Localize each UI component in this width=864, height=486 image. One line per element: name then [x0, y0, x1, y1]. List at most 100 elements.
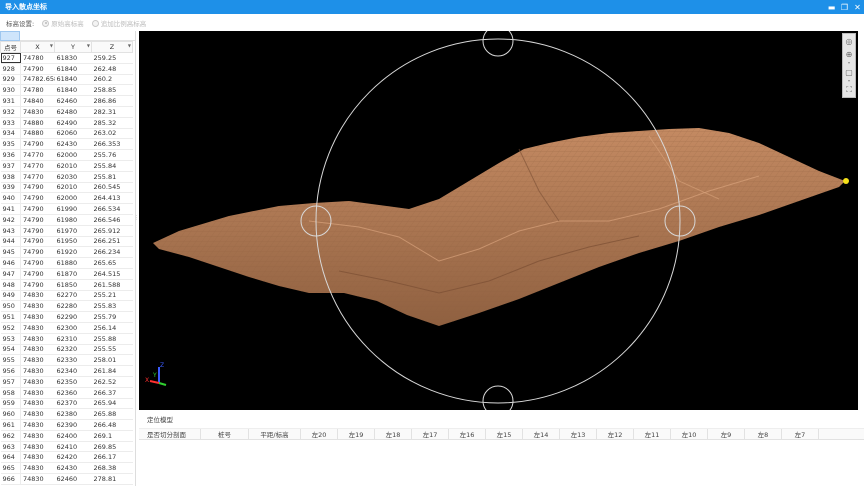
cell-y[interactable]: 62330 [54, 354, 92, 367]
cell-point-id[interactable]: 946 [0, 257, 21, 269]
cell-z[interactable]: 255.79 [91, 311, 133, 323]
table-row[interactable]: 946 74790 61880 265.65 [0, 257, 133, 269]
cell-point-id[interactable]: 959 [0, 398, 21, 410]
cell-z[interactable]: 260.545 [91, 182, 133, 194]
cell-x[interactable]: 74880 [20, 117, 55, 129]
cell-point-id[interactable]: 963 [0, 441, 21, 453]
cell-z[interactable]: 285.32 [91, 117, 133, 129]
cell-point-id[interactable]: 944 [0, 236, 21, 248]
column-header[interactable]: 左11 [634, 429, 671, 439]
cell-point-id[interactable]: 936 [0, 149, 21, 161]
endpoint-marker[interactable] [843, 178, 849, 184]
radio-original-elevation[interactable]: 原始高标高 [42, 18, 84, 28]
table-row[interactable]: 948 74790 61850 261.588 [0, 279, 133, 291]
cell-z[interactable]: 261.84 [91, 365, 133, 377]
cell-z[interactable]: 266.234 [91, 246, 133, 259]
cell-y[interactable]: 62430 [54, 138, 92, 151]
cell-y[interactable]: 61850 [54, 279, 92, 291]
cell-x[interactable]: 74780 [20, 52, 55, 64]
column-header[interactable]: 左19 [338, 429, 375, 439]
column-header[interactable]: 左10 [671, 429, 708, 439]
cell-y[interactable]: 62010 [54, 182, 92, 194]
cell-z[interactable]: 262.48 [91, 63, 133, 75]
cell-point-id[interactable]: 956 [0, 365, 21, 377]
cell-point-id[interactable]: 943 [0, 225, 21, 237]
cell-x[interactable]: 74830 [20, 311, 55, 323]
cell-x[interactable]: 74830 [20, 322, 55, 334]
cell-point-id[interactable]: 929 [0, 74, 21, 86]
cell-z[interactable]: 265.912 [91, 225, 133, 237]
table-row[interactable]: 952 74830 62300 256.14 [0, 322, 133, 334]
cell-y[interactable]: 62430 [54, 462, 92, 475]
cell-z[interactable]: 265.65 [91, 257, 133, 269]
cell-point-id[interactable]: 965 [0, 462, 21, 475]
cell-x[interactable]: 74790 [20, 279, 55, 291]
cell-y[interactable]: 61870 [54, 268, 92, 280]
cell-z[interactable]: 278.81 [91, 473, 133, 485]
cell-z[interactable]: 266.534 [91, 203, 133, 215]
cell-x[interactable]: 74830 [20, 441, 55, 453]
cell-x[interactable]: 74790 [20, 225, 55, 237]
cell-point-id[interactable]: 960 [0, 408, 21, 421]
table-row[interactable]: 936 74770 62000 255.76 [0, 149, 133, 161]
cell-point-id[interactable]: 941 [0, 203, 21, 215]
cell-z[interactable]: 266.48 [91, 419, 133, 431]
table-row[interactable]: 937 74770 62010 255.84 [0, 160, 133, 172]
cell-z[interactable]: 266.37 [91, 387, 133, 399]
table-row[interactable]: 959 74830 62370 265.94 [0, 398, 133, 410]
cell-x[interactable]: 74770 [20, 160, 55, 172]
column-header[interactable]: 左13 [560, 429, 597, 439]
cell-x[interactable]: 74770 [20, 171, 55, 183]
column-header[interactable]: 左18 [375, 429, 412, 439]
cell-y[interactable]: 62400 [54, 430, 92, 442]
cell-y[interactable]: 62270 [54, 290, 92, 302]
cell-z[interactable]: 258.01 [91, 354, 133, 367]
cell-point-id[interactable]: 933 [0, 117, 21, 129]
minimize-button[interactable]: ▬ [825, 0, 838, 14]
cell-point-id[interactable]: 938 [0, 171, 21, 183]
cell-point-id[interactable]: 942 [0, 214, 21, 226]
cell-y[interactable]: 62370 [54, 398, 92, 410]
cell-x[interactable]: 74790 [20, 214, 55, 226]
column-header[interactable]: 左14 [523, 429, 560, 439]
cell-x[interactable]: 74830 [20, 333, 55, 345]
cell-z[interactable]: 282.31 [91, 106, 133, 118]
restore-button[interactable]: ❐ [838, 0, 851, 14]
table-row[interactable]: 956 74830 62340 261.84 [0, 365, 133, 377]
cell-z[interactable]: 269.1 [91, 430, 133, 442]
column-header[interactable]: 左7 [782, 429, 819, 439]
table-row[interactable]: 931 74840 62460 286.86 [0, 95, 133, 107]
cell-x[interactable]: 74840 [20, 95, 55, 107]
cell-point-id[interactable]: 966 [0, 473, 21, 485]
cell-x[interactable]: 74790 [20, 192, 55, 205]
cell-point-id[interactable]: 962 [0, 430, 21, 442]
cell-y[interactable]: 62000 [54, 192, 92, 205]
expand-icon[interactable]: ▾ [848, 79, 850, 83]
header-x[interactable]: X ▼ [20, 41, 55, 53]
cell-y[interactable]: 62030 [54, 171, 92, 183]
cell-z[interactable]: 269.85 [91, 441, 133, 453]
cell-point-id[interactable]: 957 [0, 376, 21, 388]
cell-y[interactable]: 62280 [54, 300, 92, 313]
header-point-id[interactable]: 点号 [0, 41, 21, 53]
close-button[interactable]: ✕ [851, 0, 864, 14]
table-row[interactable]: 964 74830 62420 266.17 [0, 451, 133, 464]
cell-x[interactable]: 74830 [20, 106, 55, 118]
table-row[interactable]: 927 74780 61830 259.25 [0, 52, 133, 64]
cell-y[interactable]: 62480 [54, 106, 92, 118]
cell-point-id[interactable]: 940 [0, 192, 21, 205]
table-row[interactable]: 941 74790 61990 266.534 [0, 203, 133, 215]
cell-point-id[interactable]: 934 [0, 128, 21, 140]
cell-point-id[interactable]: 928 [0, 63, 21, 75]
cell-y[interactable]: 61840 [54, 63, 92, 75]
cell-point-id[interactable]: 955 [0, 354, 21, 367]
table-row[interactable]: 934 74880 62060 263.02 [0, 128, 133, 140]
orbit-view-icon[interactable]: ◎ [843, 35, 855, 47]
cell-point-id[interactable]: 948 [0, 279, 21, 291]
cell-x[interactable]: 74790 [20, 203, 55, 215]
cell-z[interactable]: 264.515 [91, 268, 133, 280]
cell-z[interactable]: 262.52 [91, 376, 133, 388]
3d-viewport[interactable]: Z X Y ◎ ⊕ ▾ ▢ ▾ ⛶ [139, 31, 858, 410]
table-row[interactable]: 940 74790 62000 264.413 [0, 192, 133, 205]
column-header[interactable]: 左15 [486, 429, 523, 439]
